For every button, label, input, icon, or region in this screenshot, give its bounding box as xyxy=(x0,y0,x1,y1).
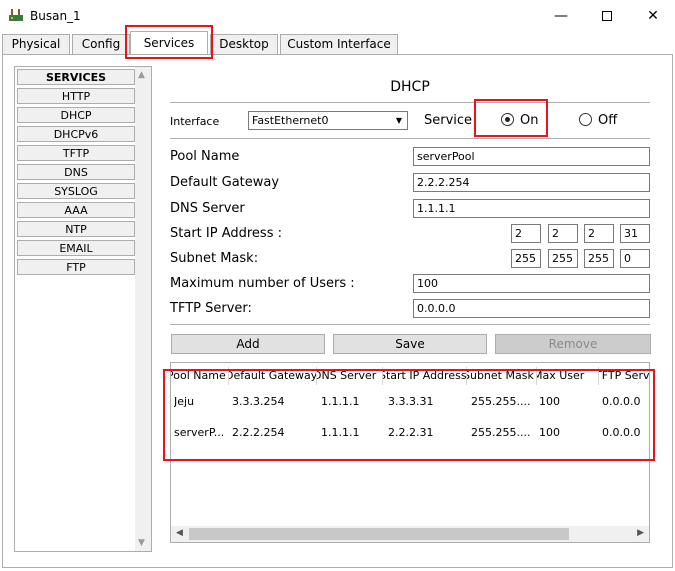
subnet-octet-2[interactable]: 255 xyxy=(548,249,578,268)
service-label: Service xyxy=(424,113,473,128)
services-scrollbar[interactable]: ▲ ▼ xyxy=(135,67,151,551)
scroll-left-icon[interactable]: ◀ xyxy=(176,528,183,538)
cell-pool-name: Jeju xyxy=(174,395,195,408)
service-item-syslog[interactable]: SYSLOG xyxy=(17,183,135,199)
table-row[interactable]: Jeju 3.3.3.254 1.1.1.1 3.3.3.31 255.255.… xyxy=(171,392,649,412)
scroll-right-icon[interactable]: ▶ xyxy=(637,528,644,538)
divider xyxy=(170,102,650,103)
start-ip-label: Start IP Address : xyxy=(170,226,282,241)
service-item-dhcpv6[interactable]: DHCPv6 xyxy=(17,126,135,142)
maximize-icon xyxy=(602,11,612,21)
tab-custom-interface[interactable]: Custom Interface xyxy=(280,34,398,54)
col-max-user[interactable]: Max User xyxy=(537,367,599,385)
subnet-octet-1[interactable]: 255 xyxy=(511,249,541,268)
start-ip-octet-1[interactable]: 2 xyxy=(511,224,541,243)
service-item-ftp[interactable]: FTP xyxy=(17,259,135,275)
cell-start-ip: 3.3.3.31 xyxy=(388,395,434,408)
service-item-dhcp[interactable]: DHCP xyxy=(17,107,135,123)
minimize-button[interactable]: — xyxy=(538,4,584,28)
service-item-dns[interactable]: DNS xyxy=(17,164,135,180)
tab-desktop[interactable]: Desktop xyxy=(210,34,278,54)
radio-unselected-icon xyxy=(579,113,592,126)
interface-label: Interface xyxy=(170,115,220,128)
table-horizontal-scrollbar[interactable]: ◀ ▶ xyxy=(171,526,649,542)
subnet-octet-4[interactable]: 0 xyxy=(620,249,650,268)
service-item-aaa[interactable]: AAA xyxy=(17,202,135,218)
tftp-server-input[interactable]: 0.0.0.0 xyxy=(413,299,650,318)
radio-selected-icon xyxy=(501,113,514,126)
services-list: SERVICES HTTP DHCP DHCPv6 TFTP DNS SYSLO… xyxy=(17,69,135,278)
pool-name-input[interactable]: serverPool xyxy=(413,147,650,166)
cell-subnet: 255.255.... xyxy=(471,395,531,408)
cell-tftp: 0.0.0.0 xyxy=(602,426,641,439)
tab-config[interactable]: Config xyxy=(72,34,130,54)
max-users-input[interactable]: 100 xyxy=(413,274,650,293)
close-icon: ✕ xyxy=(647,8,659,24)
col-dns-server[interactable]: DNS Server xyxy=(317,367,383,385)
dhcp-title: DHCP xyxy=(390,79,430,95)
cell-tftp: 0.0.0.0 xyxy=(602,395,641,408)
add-button[interactable]: Add xyxy=(171,334,325,354)
default-gateway-label: Default Gateway xyxy=(170,175,280,190)
services-panel: SERVICES HTTP DHCP DHCPv6 TFTP DNS SYSLO… xyxy=(14,66,152,552)
minimize-icon: — xyxy=(554,8,568,24)
on-label: On xyxy=(520,113,539,128)
cell-start-ip: 2.2.2.31 xyxy=(388,426,434,439)
scrollbar-thumb[interactable] xyxy=(189,528,569,540)
table-header: Pool Name Default Gateway DNS Server Sta… xyxy=(171,367,649,385)
start-ip-octet-2[interactable]: 2 xyxy=(548,224,578,243)
scroll-up-icon[interactable]: ▲ xyxy=(138,70,145,80)
close-button[interactable]: ✕ xyxy=(630,4,675,28)
tab-services[interactable]: Services xyxy=(130,31,208,54)
scroll-down-icon[interactable]: ▼ xyxy=(138,538,145,548)
col-tftp-server[interactable]: TFTP Server xyxy=(599,367,649,385)
router-app-icon xyxy=(9,9,23,21)
table-row[interactable]: serverP... 2.2.2.254 1.1.1.1 2.2.2.31 25… xyxy=(171,423,649,443)
start-ip-octet-3[interactable]: 2 xyxy=(584,224,614,243)
chevron-down-icon: ▼ xyxy=(395,116,402,125)
tab-bar: Physical Config Services Desktop Custom … xyxy=(2,31,672,54)
cell-gateway: 3.3.3.254 xyxy=(232,395,285,408)
cell-pool-name: serverP... xyxy=(174,426,225,439)
dns-server-label: DNS Server xyxy=(170,201,245,216)
service-item-ntp[interactable]: NTP xyxy=(17,221,135,237)
services-header: SERVICES xyxy=(17,69,135,85)
cell-max-users: 100 xyxy=(539,395,560,408)
window-title: Busan_1 xyxy=(30,9,81,23)
service-on-radio[interactable]: On xyxy=(501,113,538,128)
col-pool-name[interactable]: Pool Name xyxy=(171,367,229,385)
cell-max-users: 100 xyxy=(539,426,560,439)
service-item-email[interactable]: EMAIL xyxy=(17,240,135,256)
service-item-tftp[interactable]: TFTP xyxy=(17,145,135,161)
start-ip-octet-4[interactable]: 31 xyxy=(620,224,650,243)
title-bar: Busan_1 — ✕ xyxy=(0,0,675,32)
off-label: Off xyxy=(598,113,618,128)
cell-dns: 1.1.1.1 xyxy=(321,395,360,408)
tftp-server-label: TFTP Server: xyxy=(170,301,252,316)
max-users-label: Maximum number of Users : xyxy=(170,276,355,291)
tab-physical[interactable]: Physical xyxy=(2,34,70,54)
remove-button[interactable]: Remove xyxy=(495,334,651,354)
col-subnet-mask[interactable]: Subnet Mask xyxy=(467,367,537,385)
interface-select[interactable]: FastEthernet0 ▼ xyxy=(248,111,408,130)
maximize-button[interactable] xyxy=(584,4,630,28)
subnet-octet-3[interactable]: 255 xyxy=(584,249,614,268)
col-default-gateway[interactable]: Default Gateway xyxy=(229,367,317,385)
save-button[interactable]: Save xyxy=(333,334,487,354)
dns-server-input[interactable]: 1.1.1.1 xyxy=(413,199,650,218)
pool-table: Pool Name Default Gateway DNS Server Sta… xyxy=(170,362,650,543)
divider xyxy=(170,324,650,325)
cell-subnet: 255.255.... xyxy=(471,426,531,439)
subnet-mask-label: Subnet Mask: xyxy=(170,251,259,266)
divider xyxy=(170,138,650,139)
default-gateway-input[interactable]: 2.2.2.254 xyxy=(413,173,650,192)
interface-value: FastEthernet0 xyxy=(252,114,329,127)
service-item-http[interactable]: HTTP xyxy=(17,88,135,104)
service-off-radio[interactable]: Off xyxy=(579,113,617,128)
col-start-ip[interactable]: Start IP Address xyxy=(383,367,467,385)
cell-gateway: 2.2.2.254 xyxy=(232,426,285,439)
cell-dns: 1.1.1.1 xyxy=(321,426,360,439)
pool-name-label: Pool Name xyxy=(170,149,240,164)
